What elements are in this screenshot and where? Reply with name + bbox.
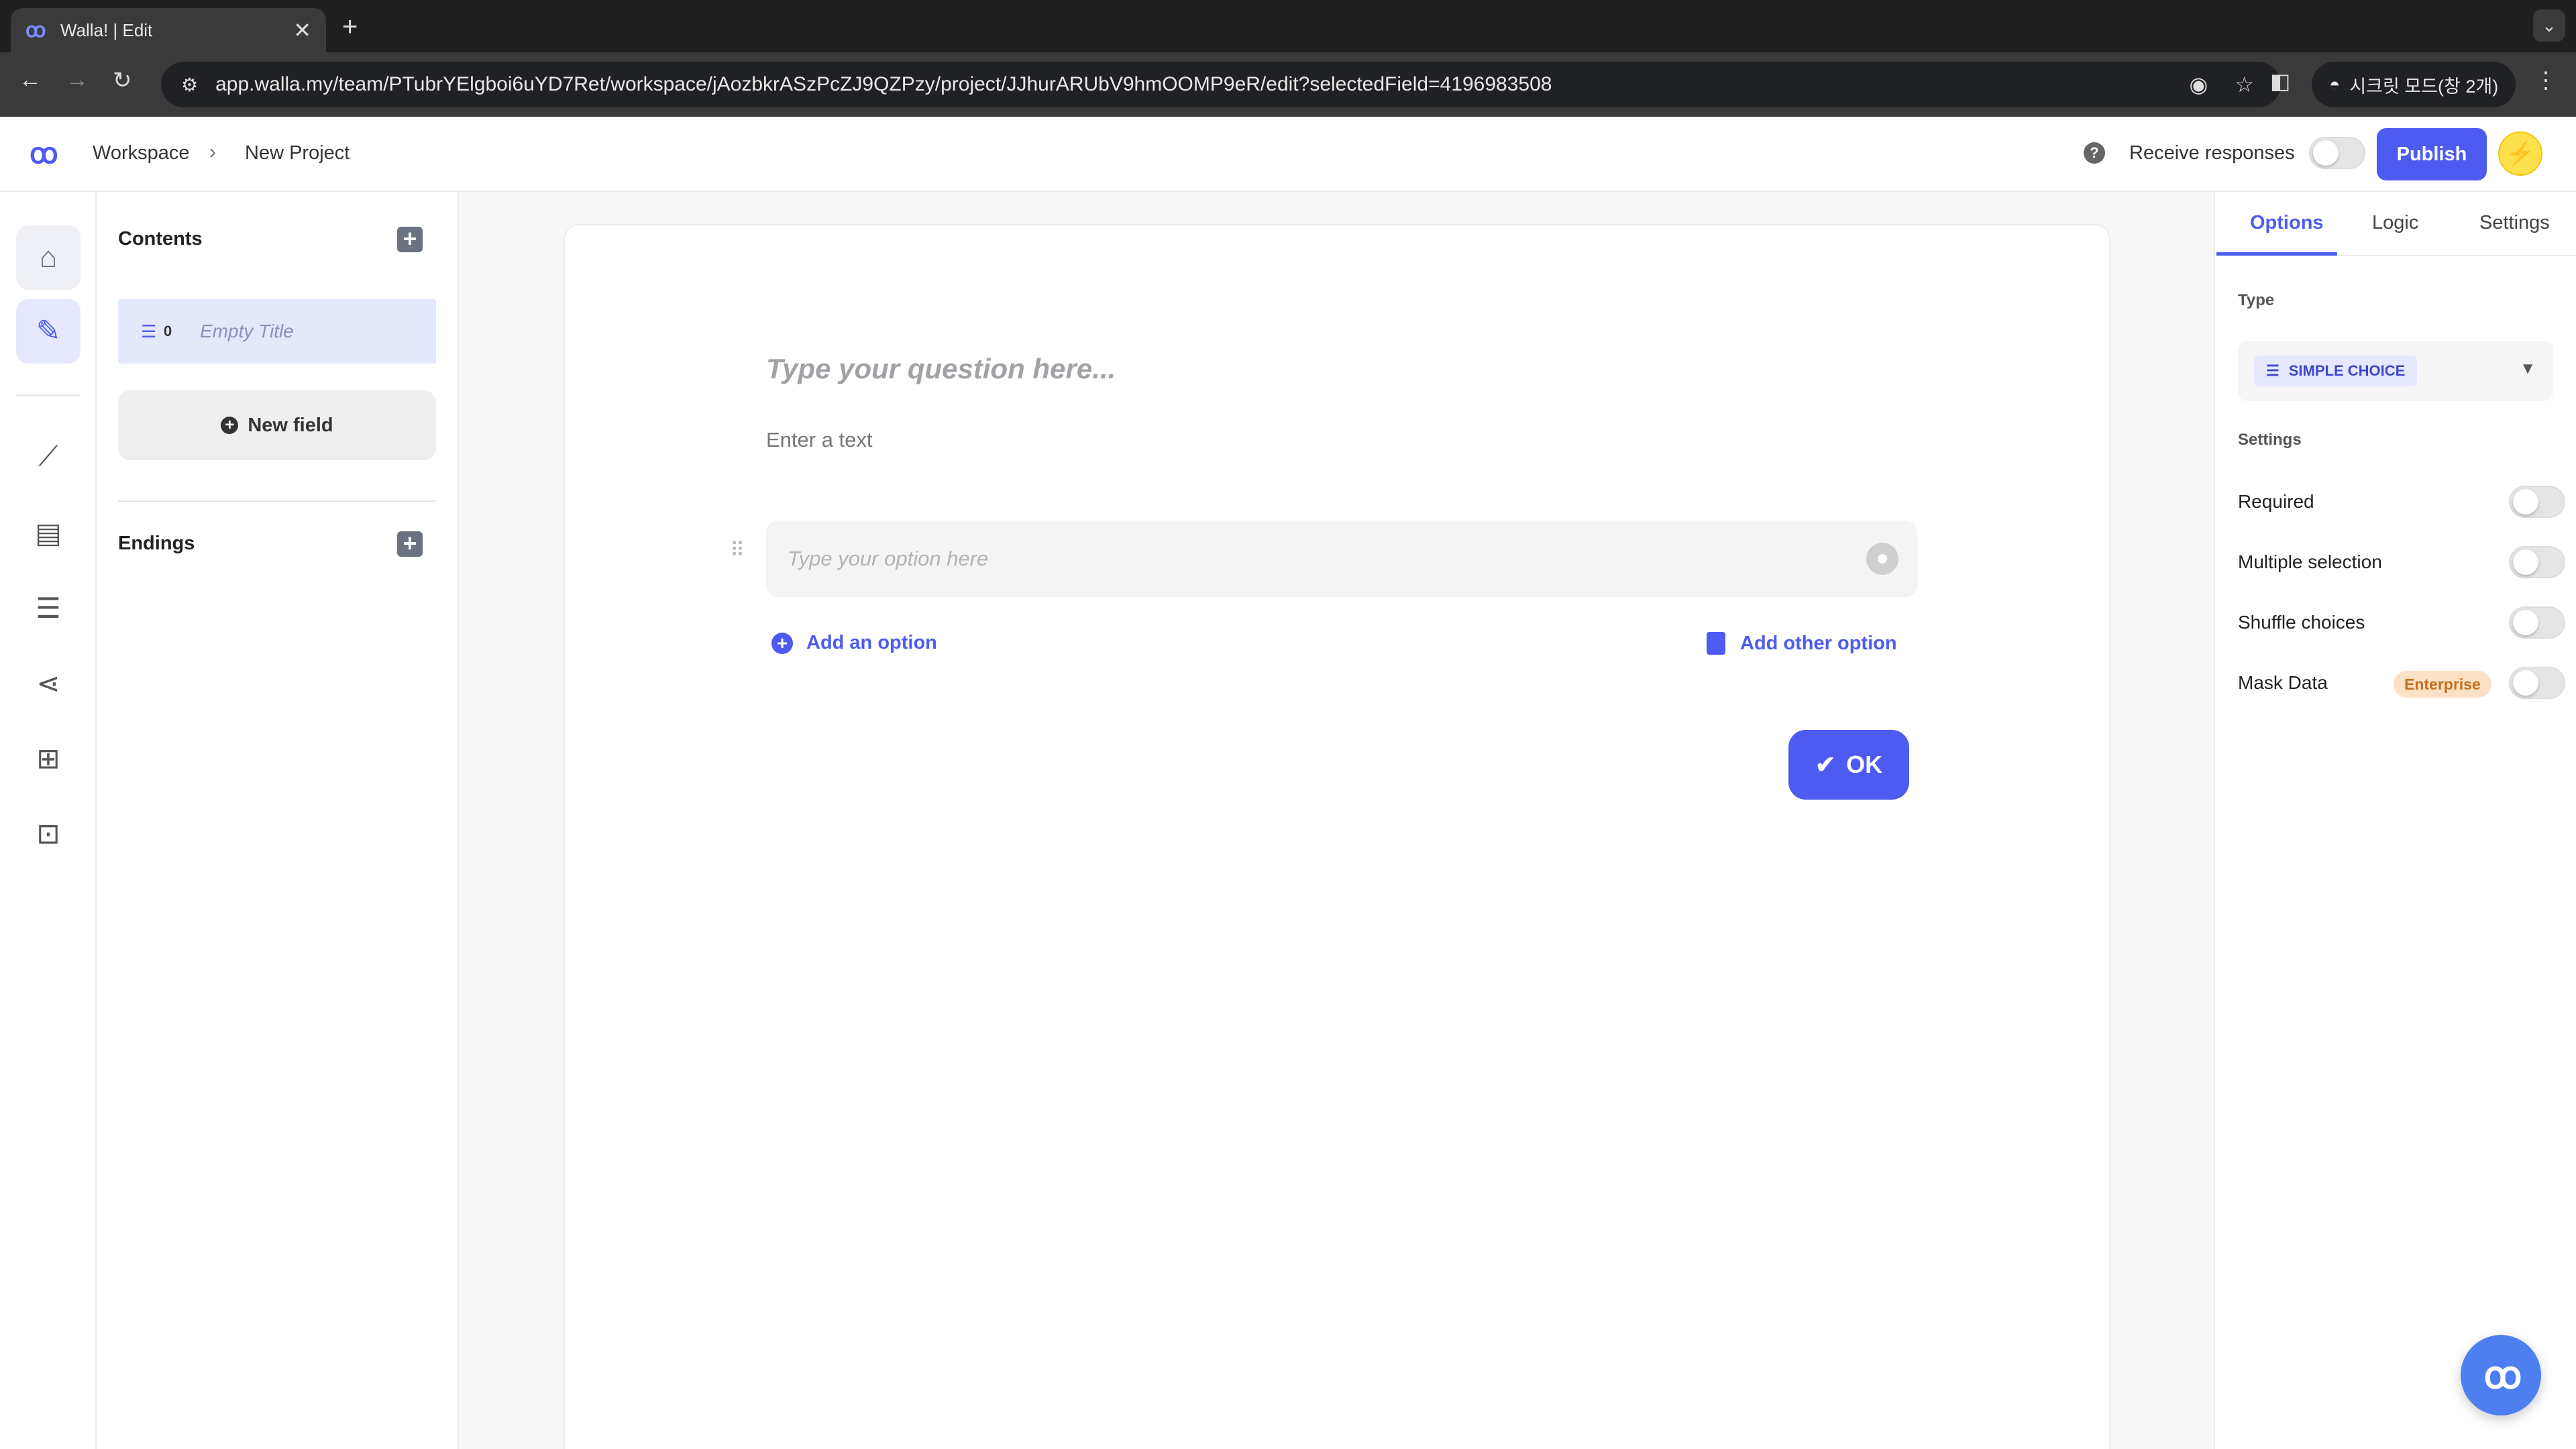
setting-shuffle-choices: Shuffle choices xyxy=(2238,606,2567,640)
list-icon: ☰ xyxy=(2266,362,2279,379)
tab-title: Walla! | Edit xyxy=(60,19,153,40)
left-nav-rail: ⌂ ✎ ⟋ ▤ ☰ ⋖ ⊞ ⊡ xyxy=(0,192,97,1449)
settings-label: Settings xyxy=(2238,431,2302,449)
browser-tab[interactable]: ꝏ Walla! | Edit ✕ xyxy=(11,8,326,52)
tab-options[interactable]: Options xyxy=(2250,212,2324,234)
plus-circle-icon: + xyxy=(771,632,793,654)
enterprise-badge: Enterprise xyxy=(2394,671,2491,698)
dropdown-caret-icon: ▼ xyxy=(2520,360,2536,378)
field-item[interactable]: ☰ 0 Empty Title xyxy=(118,299,436,364)
check-icon: ✔ xyxy=(1815,751,1836,778)
option-placeholder: Type your option here xyxy=(788,547,989,570)
setting-label: Mask Data xyxy=(2238,672,2328,693)
gift-icon[interactable]: ⊡ xyxy=(16,817,80,850)
help-icon[interactable]: ? xyxy=(2084,142,2105,164)
plus-circle-icon: + xyxy=(221,417,239,434)
analytics-icon[interactable]: ⟋ xyxy=(16,440,80,473)
setting-label: Required xyxy=(2238,491,2314,512)
add-other-option-label: Add other option xyxy=(1740,632,1897,654)
tab-settings[interactable]: Settings xyxy=(2479,212,2550,234)
incognito-indicator[interactable]: ◓ 시크릿 모드(창 2개) xyxy=(2312,62,2516,107)
home-icon[interactable]: ⌂ xyxy=(16,225,80,290)
multiple-selection-toggle[interactable] xyxy=(2509,546,2565,578)
add-content-icon[interactable]: + xyxy=(397,227,423,252)
bookmark-star-icon[interactable]: ☆ xyxy=(2235,72,2254,97)
description-input[interactable]: Enter a text xyxy=(766,428,873,452)
drag-handle-icon[interactable]: ⠿ xyxy=(730,541,750,561)
app-header: ꝏ Workspace › New Project ? Receive resp… xyxy=(0,117,2576,192)
close-tab-icon[interactable]: ✕ xyxy=(293,17,311,43)
endings-title: Endings xyxy=(118,533,195,554)
publish-button[interactable]: Publish xyxy=(2377,128,2487,180)
ok-button[interactable]: ✔ OK xyxy=(1788,730,1909,800)
site-info-icon[interactable]: ⚙ xyxy=(181,74,198,96)
type-select[interactable]: ☰ SIMPLE CHOICE ▼ xyxy=(2238,341,2553,401)
receive-responses-label: Receive responses xyxy=(2129,142,2295,164)
new-field-button[interactable]: + New field xyxy=(118,390,436,460)
tab-logic[interactable]: Logic xyxy=(2372,212,2418,234)
walla-chat-fab-icon[interactable]: ꝏ xyxy=(2461,1335,2541,1415)
url-text: app.walla.my/team/PTubrYElgboi6uYD7Ret/w… xyxy=(215,73,1552,95)
incognito-label: 시크릿 모드(창 2개) xyxy=(2349,76,2499,97)
incognito-icon: ◓ xyxy=(2329,74,2341,95)
rail-divider xyxy=(16,394,80,396)
setting-required: Required xyxy=(2238,486,2567,519)
new-field-label: New field xyxy=(248,414,333,436)
setting-label: Shuffle choices xyxy=(2238,612,2365,633)
setting-label: Multiple selection xyxy=(2238,551,2382,572)
required-toggle[interactable] xyxy=(2509,486,2565,518)
add-other-option-button[interactable]: Add other option xyxy=(1707,632,1897,655)
breadcrumb-chevron-icon: › xyxy=(209,141,216,163)
reload-icon[interactable]: ↻ xyxy=(113,67,132,94)
field-number: 0 xyxy=(164,323,172,339)
breadcrumb-workspace[interactable]: Workspace xyxy=(93,142,190,164)
question-card: Type your question here... Enter a text … xyxy=(564,224,2110,1449)
add-ending-icon[interactable]: + xyxy=(397,531,423,557)
responses-icon[interactable]: ☰ xyxy=(16,592,80,625)
setting-mask-data: Mask Data Enterprise xyxy=(2238,667,2567,700)
receive-responses-toggle[interactable] xyxy=(2309,137,2365,169)
type-chip: ☰ SIMPLE CHOICE xyxy=(2254,356,2418,386)
back-icon[interactable]: ← xyxy=(19,67,42,93)
option-input[interactable]: Type your option here xyxy=(766,521,1917,597)
share-icon[interactable]: ⋖ xyxy=(16,667,80,700)
type-label: Type xyxy=(2238,291,2275,309)
ok-label: OK xyxy=(1846,751,1883,778)
active-tab-indicator xyxy=(2216,252,2337,256)
side-panel-icon[interactable]: ◧ xyxy=(2270,68,2290,94)
walla-logo-icon[interactable]: ꝏ xyxy=(30,137,58,170)
forward-icon[interactable]: → xyxy=(66,67,89,93)
address-bar[interactable]: ⚙ app.walla.my/team/PTubrYElgboi6uYD7Ret… xyxy=(161,62,2281,107)
breadcrumb-project[interactable]: New Project xyxy=(245,142,350,164)
integrations-icon[interactable]: ⊞ xyxy=(16,742,80,775)
walla-favicon-icon: ꝏ xyxy=(25,19,46,42)
options-panel: Options Logic Settings Type ☰ SIMPLE CHO… xyxy=(2214,192,2576,1449)
tab-search-icon[interactable]: ⌄ xyxy=(2533,9,2565,42)
panel-tabs: Options Logic Settings xyxy=(2215,192,2576,256)
tracking-protection-icon[interactable]: ◉ xyxy=(2189,72,2208,97)
setting-multiple-selection: Multiple selection xyxy=(2238,546,2567,580)
contents-title: Contents xyxy=(118,228,203,250)
edit-icon[interactable]: ✎ xyxy=(16,299,80,364)
contents-divider xyxy=(118,500,436,502)
field-title: Empty Title xyxy=(200,321,294,341)
type-value: SIMPLE CHOICE xyxy=(2288,362,2406,379)
add-option-button[interactable]: + Add an option xyxy=(771,632,937,654)
browser-menu-icon[interactable]: ⋮ xyxy=(2534,67,2557,94)
mask-data-toggle[interactable] xyxy=(2509,667,2565,699)
question-input[interactable]: Type your question here... xyxy=(766,353,1116,385)
add-option-label: Add an option xyxy=(806,632,937,653)
document-icon xyxy=(1707,632,1725,655)
contents-panel: Contents + ☰ 0 Empty Title + New field E… xyxy=(97,192,459,1449)
avatar[interactable]: ⚡ xyxy=(2498,131,2542,176)
new-tab-icon[interactable]: + xyxy=(342,12,358,42)
shuffle-choices-toggle[interactable] xyxy=(2509,606,2565,639)
browser-tab-bar: ꝏ Walla! | Edit ✕ + ⌄ xyxy=(0,0,2576,52)
option-radio-icon xyxy=(1866,543,1898,575)
list-icon: ☰ xyxy=(141,321,157,341)
document-icon[interactable]: ▤ xyxy=(16,517,80,549)
browser-toolbar: ← → ↻ ⚙ app.walla.my/team/PTubrYElgboi6u… xyxy=(0,52,2576,117)
